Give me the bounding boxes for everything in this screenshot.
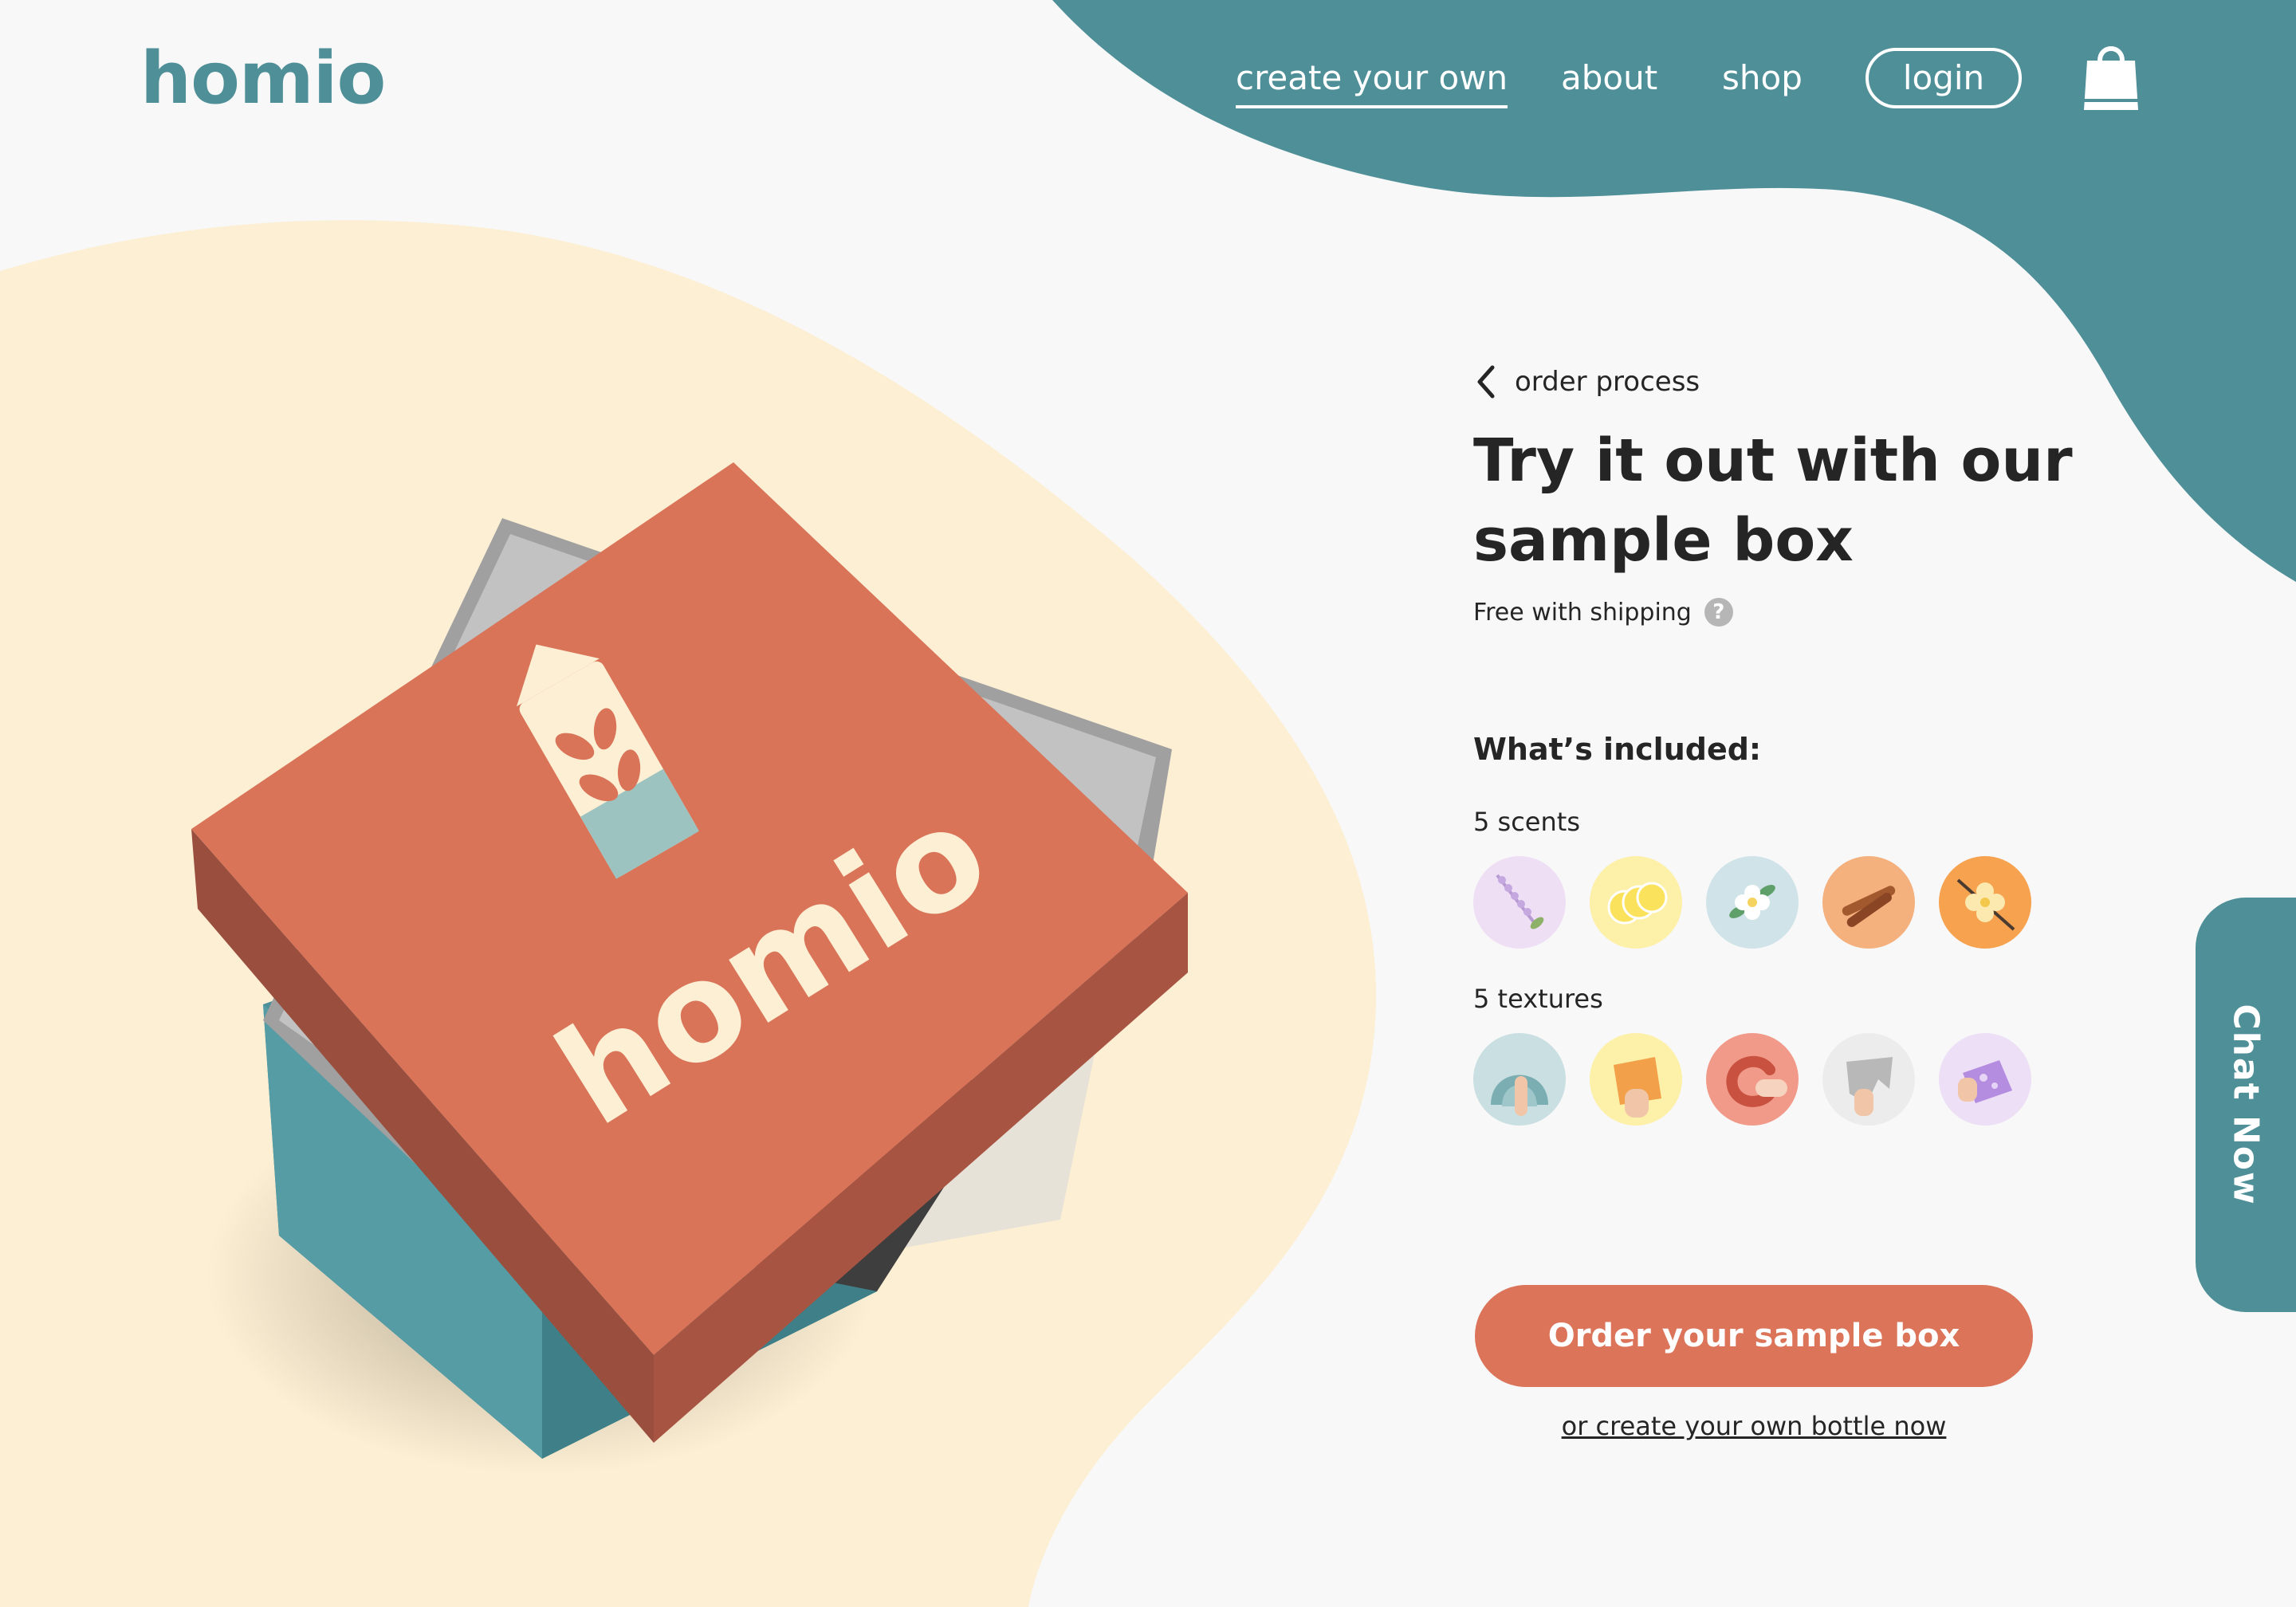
cream-swirl-texture-icon[interactable]: [1706, 1033, 1799, 1126]
main-nav: create your own about shop login: [0, 46, 2296, 118]
nav-shop[interactable]: shop: [1722, 54, 1803, 102]
scents-list: [1473, 856, 2055, 949]
jasmine-flower-icon[interactable]: [1706, 856, 1799, 949]
crumble-texture-icon[interactable]: [1590, 1033, 1682, 1126]
shipping-note-row: Free with shipping ?: [1473, 598, 1733, 627]
page-title: Try it out with our sample box: [1473, 421, 2079, 580]
page-title-line-1: Try it out with our: [1473, 426, 2073, 495]
order-sample-box-button[interactable]: Order your sample box: [1475, 1285, 2033, 1387]
sample-box-illustration: homio: [191, 462, 1188, 1475]
vanilla-flower-icon[interactable]: [1939, 856, 2031, 949]
textures-label: 5 textures: [1473, 984, 1603, 1014]
question-mark-icon[interactable]: ?: [1704, 598, 1733, 627]
scents-label: 5 scents: [1473, 807, 1580, 837]
create-your-own-bottle-link[interactable]: or create your own bottle now: [1475, 1411, 2033, 1441]
login-button[interactable]: login: [1866, 48, 2022, 108]
foil-texture-icon[interactable]: [1822, 1033, 1915, 1126]
chat-now-label: Chat Now: [2225, 1004, 2267, 1206]
included-heading: What’s included:: [1473, 732, 1762, 767]
lavender-icon[interactable]: [1473, 856, 1566, 949]
shipping-note: Free with shipping: [1473, 598, 1692, 627]
page-title-line-2: sample box: [1473, 506, 1854, 575]
back-label: order process: [1515, 366, 1700, 398]
chevron-left-icon: [1477, 365, 1495, 399]
nav-create-your-own[interactable]: create your own: [1236, 54, 1508, 108]
lemon-slices-icon[interactable]: [1590, 856, 1682, 949]
nav-about[interactable]: about: [1561, 54, 1657, 102]
shopping-bag-icon[interactable]: [2082, 40, 2140, 112]
gel-texture-icon[interactable]: [1473, 1033, 1566, 1126]
chat-now-tab[interactable]: Chat Now: [2196, 898, 2296, 1312]
soap-bar-texture-icon[interactable]: [1939, 1033, 2031, 1126]
textures-list: [1473, 1033, 2055, 1126]
back-to-order-process[interactable]: order process: [1473, 362, 1700, 402]
cinnamon-sticks-icon[interactable]: [1822, 856, 1915, 949]
